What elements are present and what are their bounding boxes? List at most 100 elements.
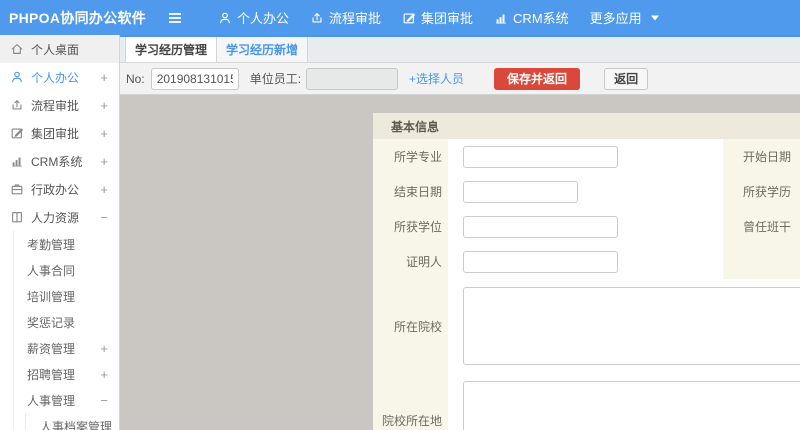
sidebar-item-crm-system[interactable]: CRM系统 + [0, 147, 119, 175]
sidebar-item-label: 培训管理 [27, 289, 76, 304]
form-row: 结束日期 所获学历 [373, 174, 800, 209]
tab-label: 学习经历新增 [226, 43, 299, 57]
nav-item-label: 流程审批 [329, 11, 382, 26]
nav-more-apps[interactable]: 更多应用 [590, 8, 665, 27]
tab-label: 学习经历管理 [135, 43, 208, 57]
nav-item-label: CRM系统 [513, 11, 569, 26]
nav-group-approval[interactable]: 集团审批 [402, 8, 473, 27]
sidebar-item-salary-management[interactable]: 薪资管理 + [14, 335, 119, 361]
sidebar-item-personnel-archives[interactable]: 人事档案管理 [26, 413, 119, 430]
school-location-textarea[interactable] [463, 381, 800, 430]
sidebar-item-group-approval[interactable]: 集团审批 + [0, 119, 119, 147]
sidebar-item-attendance-management[interactable]: 考勤管理 [14, 231, 119, 257]
nav-item-label: 个人办公 [237, 11, 290, 26]
upload-arrow-icon [10, 98, 24, 112]
field-label-education-obtained: 所获学历 [723, 174, 800, 209]
save-and-return-button[interactable]: 保存并返回 [494, 67, 581, 90]
sidebar-item-label: 人事管理 [27, 393, 76, 408]
sidebar-item-training-management[interactable]: 培训管理 [14, 283, 119, 309]
upload-arrow-icon [310, 11, 324, 25]
expand-plus-icon[interactable]: + [100, 154, 108, 169]
sidebar-item-label: 人事档案管理 [40, 419, 113, 430]
field-label-class-cadre: 曾任班干 [723, 209, 800, 244]
sidebar-item-label: 个人办公 [31, 70, 80, 85]
section-title: 基本信息 [373, 113, 800, 139]
bar-chart-icon [494, 11, 508, 25]
sidebar-item-rewards-records[interactable]: 奖惩记录 [14, 309, 119, 335]
chevron-down-icon [650, 14, 660, 22]
form-row: 所学专业 开始日期 [373, 139, 800, 174]
right-label-empty [723, 244, 800, 279]
sidebar-item-personnel-management[interactable]: 人事管理 − [14, 387, 119, 413]
sidebar-item-label: 人事合同 [27, 263, 76, 278]
degree-input[interactable] [463, 215, 618, 238]
collapse-minus-icon[interactable]: − [100, 210, 108, 225]
employee-input[interactable] [306, 67, 399, 90]
nav-item-label: 更多应用 [589, 11, 642, 26]
employee-label: 单位员工: [249, 72, 302, 86]
expand-plus-icon[interactable]: + [100, 98, 108, 113]
sidebar-item-personal-desktop[interactable]: 个人桌面 [0, 35, 119, 63]
bar-chart-icon [10, 154, 24, 168]
form-row: 院校所在地 [373, 373, 800, 430]
book-icon [10, 210, 24, 224]
select-person-link[interactable]: +选择人员 [409, 70, 464, 87]
sidebar-item-admin-office[interactable]: 行政办公 + [0, 175, 119, 203]
field-label-school-location: 院校所在地 [373, 373, 448, 430]
tab-bar: 学习经历管理 学习经历新增 [120, 35, 800, 62]
no-label: No: [126, 71, 145, 86]
topbar: PHPOA协同办公软件 个人办公 流程审批 集团审批 CRM系统 更多应用 [0, 0, 800, 35]
collapse-minus-icon[interactable]: − [100, 393, 108, 408]
sidebar-item-recruitment-management[interactable]: 招聘管理 + [14, 361, 119, 387]
field-label-school: 所在院校 [373, 279, 448, 373]
end-date-input[interactable] [463, 180, 578, 203]
edit-icon [10, 126, 24, 140]
sidebar-item-label: 薪资管理 [27, 341, 76, 356]
hamburger-menu-icon[interactable] [167, 11, 183, 25]
sidebar-item-label: 人力资源 [31, 210, 80, 225]
major-input[interactable] [463, 145, 618, 168]
return-button[interactable]: 返回 [604, 67, 649, 90]
field-label-end-date: 结束日期 [373, 174, 448, 209]
field-label-degree-obtained: 所获学位 [373, 209, 448, 244]
no-input[interactable] [150, 67, 239, 90]
form-row: 证明人 [373, 244, 800, 279]
expand-plus-icon[interactable]: + [100, 182, 108, 197]
form-row: 所在院校 [373, 279, 800, 373]
sidebar-item-label: 奖惩记录 [27, 315, 76, 330]
sidebar-item-personnel-contract[interactable]: 人事合同 [14, 257, 119, 283]
sidebar-item-personal-office[interactable]: 个人办公 + [0, 63, 119, 91]
tab-study-history-new[interactable]: 学习经历新增 [217, 37, 309, 62]
sidebar-item-human-resources[interactable]: 人力资源 − [0, 203, 119, 231]
sidebar-item-label: 流程审批 [31, 98, 80, 113]
sidebar-item-process-approval[interactable]: 流程审批 + [0, 91, 119, 119]
sidebar-hr-submenu: 考勤管理 人事合同 培训管理 奖惩记录 薪资管理 + 招聘管理 + 人事管理 − [13, 231, 119, 430]
briefcase-icon [10, 182, 24, 196]
field-label-start-date: 开始日期 [723, 139, 800, 174]
form-row: 所获学位 曾任班干 [373, 209, 800, 244]
field-label-certifier: 证明人 [373, 244, 448, 279]
sidebar-item-label: 集团审批 [31, 126, 80, 141]
basic-info-panel: 基本信息 所学专业 开始日期 结束日期 所获学历 所获学位 曾任班干 证明人 所… [373, 113, 800, 430]
expand-plus-icon[interactable]: + [100, 70, 108, 85]
home-icon [10, 42, 24, 56]
expand-plus-icon[interactable]: + [100, 126, 108, 141]
nav-item-label: 集团审批 [421, 11, 474, 26]
certifier-input[interactable] [463, 250, 618, 273]
sidebar: 个人桌面 个人办公 + 流程审批 + 集团审批 + CRM系统 + 行政办公 + [0, 35, 120, 430]
form-toolbar: No: 单位员工: +选择人员 保存并返回 返回 [120, 62, 800, 95]
edit-icon [402, 11, 416, 25]
school-textarea[interactable] [463, 287, 800, 365]
nav-personal-office[interactable]: 个人办公 [218, 8, 289, 27]
sidebar-item-label: 行政办公 [31, 182, 80, 197]
nav-process-approval[interactable]: 流程审批 [310, 8, 381, 27]
content-area: 基本信息 所学专业 开始日期 结束日期 所获学历 所获学位 曾任班干 证明人 所… [120, 95, 800, 430]
expand-plus-icon[interactable]: + [100, 367, 108, 382]
expand-plus-icon[interactable]: + [100, 341, 108, 356]
sidebar-item-label: 个人桌面 [31, 42, 80, 57]
field-label-major: 所学专业 [373, 139, 448, 174]
nav-crm-system[interactable]: CRM系统 [494, 8, 569, 27]
app-logo: PHPOA协同办公软件 [9, 9, 147, 26]
tab-study-history-management[interactable]: 学习经历管理 [125, 37, 218, 62]
sidebar-item-label: 考勤管理 [27, 237, 76, 252]
